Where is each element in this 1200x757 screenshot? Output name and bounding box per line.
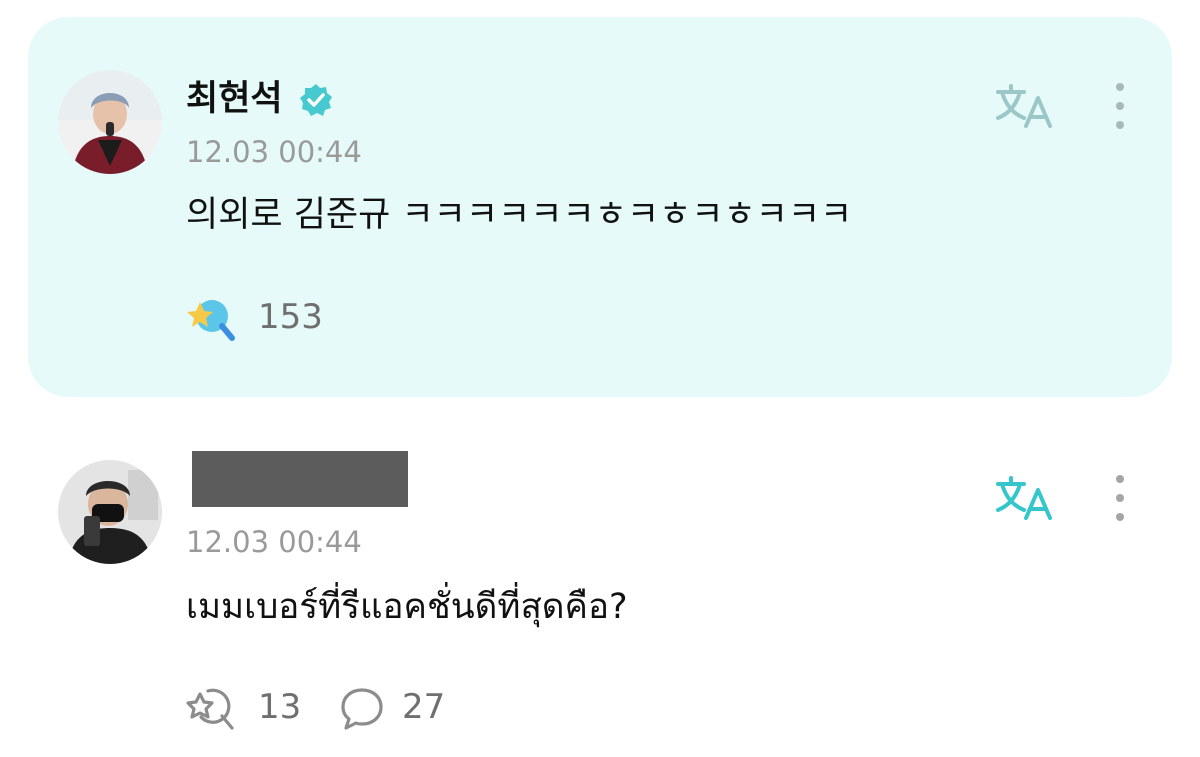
comment-translate-icon[interactable]	[994, 472, 1058, 524]
comment-more-icon[interactable]	[1108, 472, 1132, 524]
post-reaction-count: 153	[258, 297, 323, 337]
artist-avatar[interactable]	[58, 70, 162, 174]
comment-cheer-star-icon[interactable]	[186, 684, 238, 732]
post-translate-icon[interactable]	[994, 80, 1058, 132]
post-cheer-star-icon[interactable]	[186, 294, 238, 342]
verified-badge-icon	[298, 82, 334, 118]
post-text: 의외로 김준규 ㅋㅋㅋㅋㅋㅋㅎㅋㅎㅋㅎㅋㅋㅋ	[186, 195, 853, 235]
post-timestamp: 12.03 00:44	[186, 135, 362, 169]
commenter-avatar[interactable]	[58, 460, 162, 564]
comment-reply-icon[interactable]	[338, 684, 386, 732]
comment-reaction-count: 13	[258, 687, 302, 727]
comment-timestamp: 12.03 00:44	[186, 525, 362, 559]
comment-text: เมมเบอร์ที่รีแอคชั่นดีที่สุดคือ?	[186, 587, 628, 627]
commenter-name-redacted	[192, 451, 408, 507]
post-more-icon[interactable]	[1108, 80, 1132, 132]
artist-name[interactable]: 최현석	[186, 82, 283, 117]
comment-reply-count: 27	[402, 687, 446, 727]
